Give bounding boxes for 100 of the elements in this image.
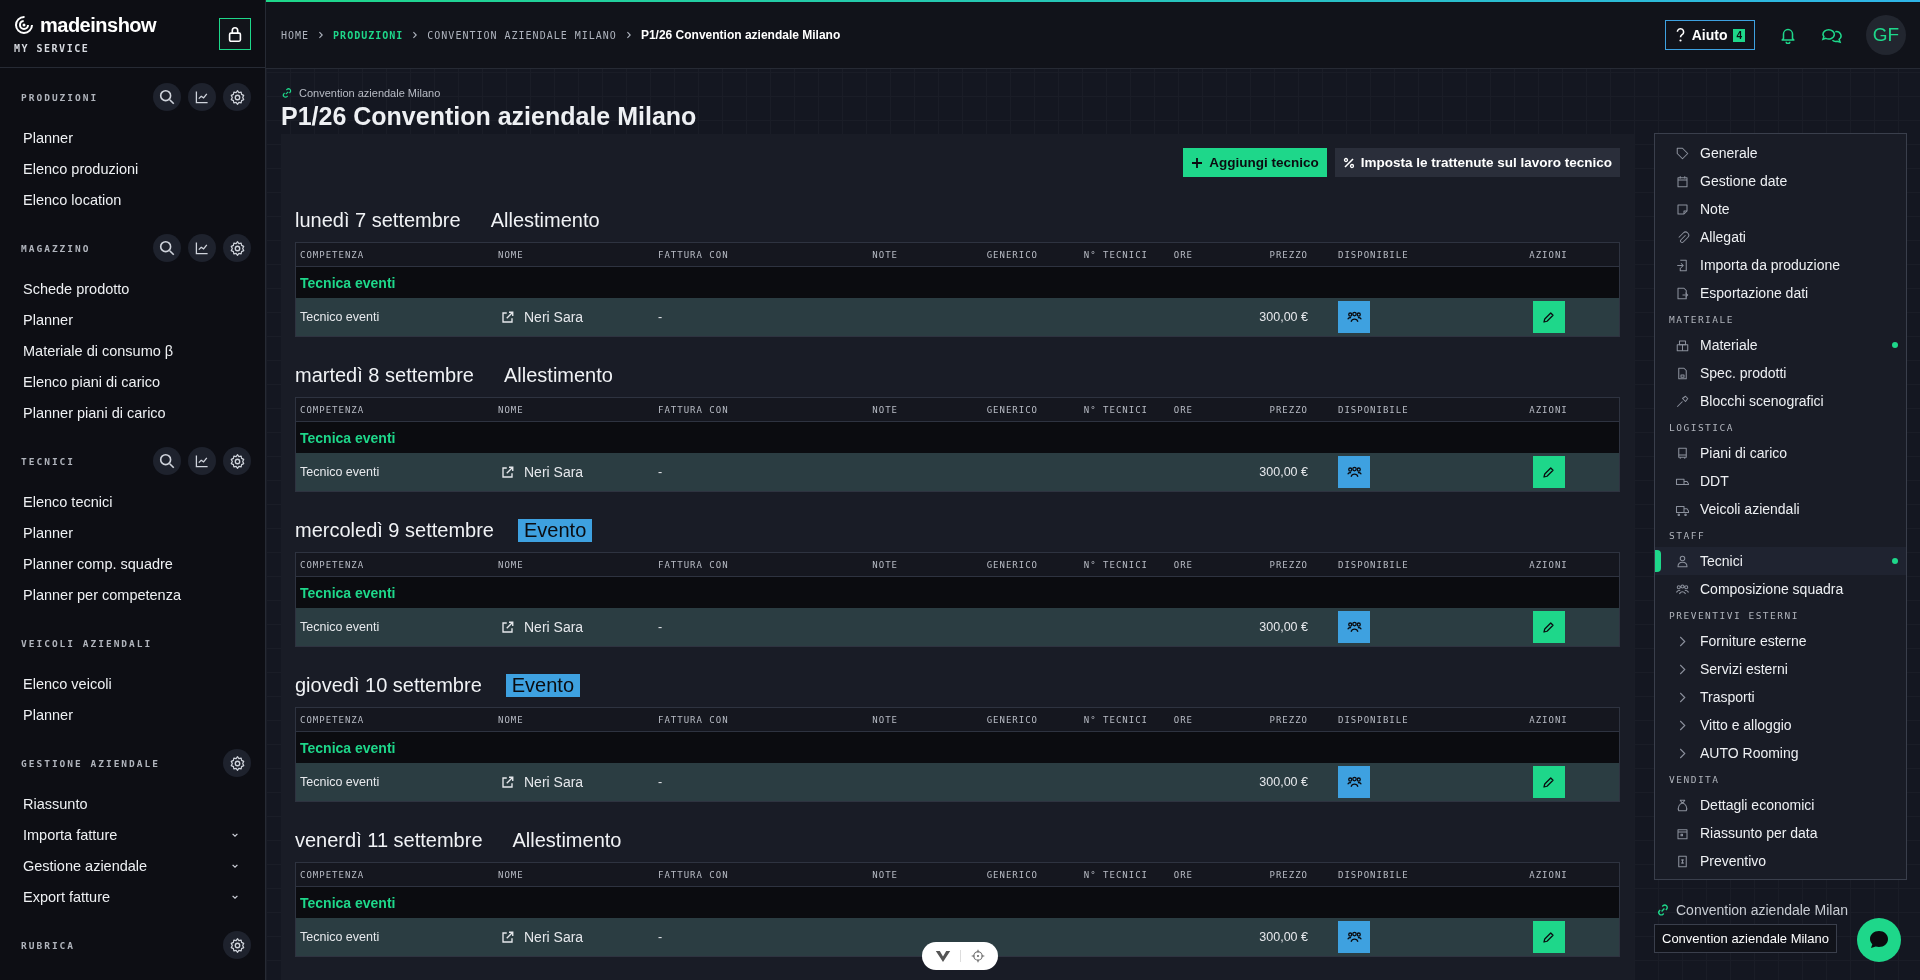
sidebar-item[interactable]: Elenco location (0, 184, 265, 215)
settings-button[interactable] (223, 931, 251, 959)
brand-logo[interactable]: madeinshow (14, 13, 157, 37)
availability-button[interactable] (1338, 766, 1370, 798)
edit-button[interactable] (1532, 456, 1565, 488)
nav-item[interactable]: Spec. prodotti (1655, 359, 1906, 387)
nav-icon (1675, 393, 1690, 409)
nav-item[interactable]: Piani di carico (1655, 439, 1906, 467)
breadcrumb-link[interactable]: HOME (281, 29, 310, 41)
column-header: COMPETENZA (299, 714, 366, 725)
nav-item[interactable]: Tecnici (1655, 547, 1906, 575)
breadcrumb-link[interactable]: P1/26 Convention aziendale Milano (640, 28, 841, 42)
deductions-button[interactable]: Imposta le trattenute sul lavoro tecnico (1334, 148, 1620, 177)
nav-item[interactable]: Gestione date (1655, 167, 1906, 195)
chart-icon (194, 89, 210, 105)
nav-item[interactable]: Preventivo (1655, 847, 1906, 875)
nav-item[interactable]: Blocchi scenografici (1655, 387, 1906, 415)
availability-button[interactable] (1338, 456, 1370, 488)
help-button[interactable]: Aiuto 4 (1664, 20, 1755, 50)
sidebar-item[interactable]: Elenco piani di carico (0, 366, 265, 397)
availability-button[interactable] (1338, 611, 1370, 643)
column-header: ORE (1172, 249, 1194, 260)
link-icon (281, 87, 293, 99)
nav-item[interactable]: Generale (1655, 139, 1906, 167)
settings-button[interactable] (223, 83, 251, 111)
settings-icon (228, 88, 246, 106)
sidebar-item[interactable]: Planner comp. squadre (0, 548, 265, 579)
table-cell-text: Tecnico eventi (299, 775, 381, 789)
technician-link[interactable]: Neri Sara (494, 309, 654, 325)
edit-button[interactable] (1532, 301, 1565, 333)
breadcrumb-link[interactable]: CONVENTION AZIENDALE MILANO (427, 29, 617, 41)
chart-button[interactable] (188, 234, 216, 262)
nav-item[interactable]: Dettagli economici (1655, 791, 1906, 819)
sidebar-item[interactable]: Planner (0, 517, 265, 548)
search-button[interactable] (153, 234, 181, 262)
sidebar-item[interactable]: Planner (0, 304, 265, 335)
sidebar-item[interactable]: Planner piani di carico (0, 397, 265, 428)
chart-button[interactable] (188, 83, 216, 111)
edit-button[interactable] (1532, 611, 1565, 643)
user-avatar[interactable]: GF (1866, 15, 1906, 55)
nav-item[interactable]: Materiale (1655, 331, 1906, 359)
search-button[interactable] (153, 83, 181, 111)
sidebar-item[interactable]: Riassunto (0, 788, 265, 819)
nav-icon (1675, 797, 1690, 813)
column-header: AZIONI (1528, 869, 1569, 880)
nav-section-title: LOGISTICA (1668, 421, 1735, 435)
nav-item[interactable]: AUTO Rooming (1655, 739, 1906, 767)
nav-item[interactable]: Forniture esterne (1655, 627, 1906, 655)
nav-item[interactable]: Allegati (1655, 223, 1906, 251)
nav-item[interactable]: Esportazione dati (1655, 279, 1906, 307)
group-label: Tecnica eventi (300, 274, 396, 291)
technician-link[interactable]: Neri Sara (494, 929, 654, 945)
availability-button[interactable] (1338, 921, 1370, 953)
parent-link[interactable]: Convention aziendale Milano (281, 87, 1634, 99)
sidebar-item[interactable]: Gestione aziendale (0, 850, 265, 881)
settings-button[interactable] (223, 447, 251, 475)
sidebar-item[interactable]: Export fatture (0, 881, 265, 912)
help-count-badge: 4 (1733, 28, 1745, 42)
settings-button[interactable] (223, 234, 251, 262)
technician-link[interactable]: Neri Sara (494, 774, 654, 790)
sidebar-item[interactable]: Schede prodotto (0, 273, 265, 304)
sidebar-item[interactable]: Elenco produzioni (0, 153, 265, 184)
nav-item[interactable]: Servizi esterni (1655, 655, 1906, 683)
add-technician-button[interactable]: Aggiungi tecnico (1183, 148, 1327, 177)
lock-button[interactable] (219, 17, 251, 50)
sidebar-item[interactable]: Planner (0, 699, 265, 730)
nav-icon (1675, 581, 1690, 597)
technician-link[interactable]: Neri Sara (494, 619, 654, 635)
chart-button[interactable] (188, 447, 216, 475)
sidebar-item[interactable]: Importa fatture (0, 819, 265, 850)
external-link-icon (500, 619, 515, 635)
nav-item[interactable]: Veicoli aziendali (1655, 495, 1906, 523)
sidebar-item[interactable]: Materiale di consumo β (0, 335, 265, 366)
chart-icon (194, 453, 210, 469)
project-select[interactable]: Convention aziendale Milano (1654, 924, 1837, 953)
settings-button[interactable] (223, 749, 251, 777)
nav-item[interactable]: DDT (1655, 467, 1906, 495)
nav-item[interactable]: Riassunto per data (1655, 819, 1906, 847)
search-button[interactable] (153, 447, 181, 475)
nav-icon (1675, 337, 1690, 353)
sidebar-section-title: MAGAZZINO (21, 242, 91, 254)
table-cell-text: - (657, 930, 664, 944)
notifications-button[interactable] (1779, 26, 1797, 44)
sidebar-section-title: PRODUZIONI (21, 91, 99, 103)
sidebar-item[interactable]: Elenco veicoli (0, 668, 265, 699)
technician-link[interactable]: Neri Sara (494, 464, 654, 480)
edit-button[interactable] (1532, 766, 1565, 798)
sidebar-item[interactable]: Planner (0, 122, 265, 153)
breadcrumb-link[interactable]: PRODUZIONI (333, 29, 404, 41)
sidebar-item[interactable]: Planner per competenza (0, 579, 265, 610)
edit-button[interactable] (1532, 921, 1565, 953)
nav-item[interactable]: Composizione squadra (1655, 575, 1906, 603)
nav-item[interactable]: Importa da produzione (1655, 251, 1906, 279)
pencil-icon (1541, 464, 1556, 480)
sidebar-item[interactable]: Elenco tecnici (0, 486, 265, 517)
devtools-toolbar[interactable] (922, 942, 998, 970)
nav-item[interactable]: Trasporti (1655, 683, 1906, 711)
nav-item[interactable]: Vitto e alloggio (1655, 711, 1906, 739)
availability-button[interactable] (1338, 301, 1370, 333)
nav-item[interactable]: Note (1655, 195, 1906, 223)
